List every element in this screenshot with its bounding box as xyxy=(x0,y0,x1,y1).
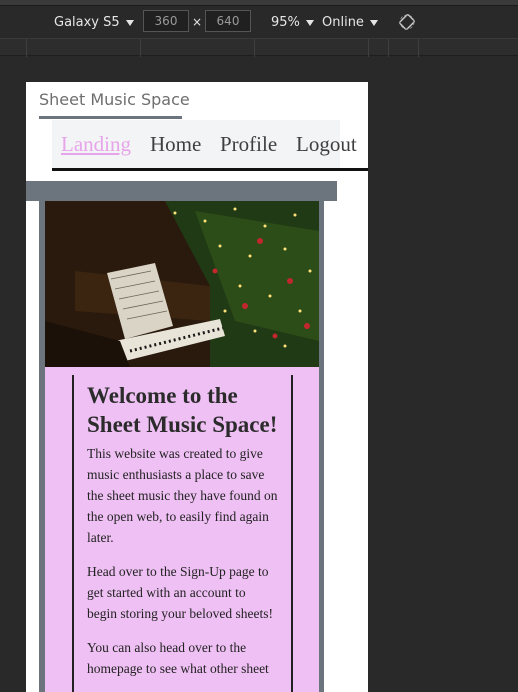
nav-link-logout[interactable]: Logout xyxy=(296,132,357,157)
viewport-width-input[interactable]: 360 xyxy=(143,10,189,32)
device-select[interactable]: Galaxy S5 xyxy=(54,15,134,30)
ruler-segment xyxy=(254,39,255,57)
network-throttle-select[interactable]: Online xyxy=(322,15,378,30)
landing-card: Welcome to the Sheet Music Space! This w… xyxy=(39,201,324,692)
piano-christmas-tree-illustration xyxy=(45,201,319,367)
viewport-height-input[interactable]: 640 xyxy=(205,10,251,32)
media-query-ruler[interactable] xyxy=(0,38,518,57)
ruler-segment xyxy=(388,39,389,57)
welcome-heading: Welcome to the Sheet Music Space! xyxy=(87,383,278,437)
homepage-paragraph: You can also head over to the homepage t… xyxy=(87,640,269,676)
emulated-viewport: Sheet Music Space Landing Home Profile L… xyxy=(26,82,368,692)
site-brand[interactable]: Sheet Music Space xyxy=(39,90,190,109)
dimension-separator: × xyxy=(192,15,203,29)
ruler-segment xyxy=(418,39,419,57)
ruler-segment xyxy=(26,39,27,57)
welcome-section: Welcome to the Sheet Music Space! This w… xyxy=(45,367,319,692)
ruler-segment xyxy=(140,39,141,57)
brand-underline xyxy=(39,116,182,119)
chevron-down-icon xyxy=(369,19,378,26)
chevron-down-icon xyxy=(305,19,314,26)
nav-link-landing[interactable]: Landing xyxy=(61,132,131,157)
welcome-text-column: Welcome to the Sheet Music Space! This w… xyxy=(72,375,293,692)
rotate-icon[interactable] xyxy=(399,14,415,30)
zoom-value: 95% xyxy=(271,15,300,30)
nav-divider xyxy=(52,168,368,171)
nav-link-home[interactable]: Home xyxy=(150,132,201,157)
device-name: Galaxy S5 xyxy=(54,15,120,30)
device-toolbar: Galaxy S5 360 × 640 95% Online xyxy=(0,6,518,38)
intro-paragraph: This website was created to give music e… xyxy=(87,446,278,545)
zoom-select[interactable]: 95% xyxy=(271,15,314,30)
ruler-segment xyxy=(368,39,369,57)
network-value: Online xyxy=(322,15,364,30)
hero-image xyxy=(45,201,319,367)
header-bar xyxy=(26,181,337,201)
nav-link-profile[interactable]: Profile xyxy=(220,132,277,157)
signup-paragraph: Head over to the Sign-Up page to get sta… xyxy=(87,564,273,621)
chevron-down-icon xyxy=(125,19,134,26)
